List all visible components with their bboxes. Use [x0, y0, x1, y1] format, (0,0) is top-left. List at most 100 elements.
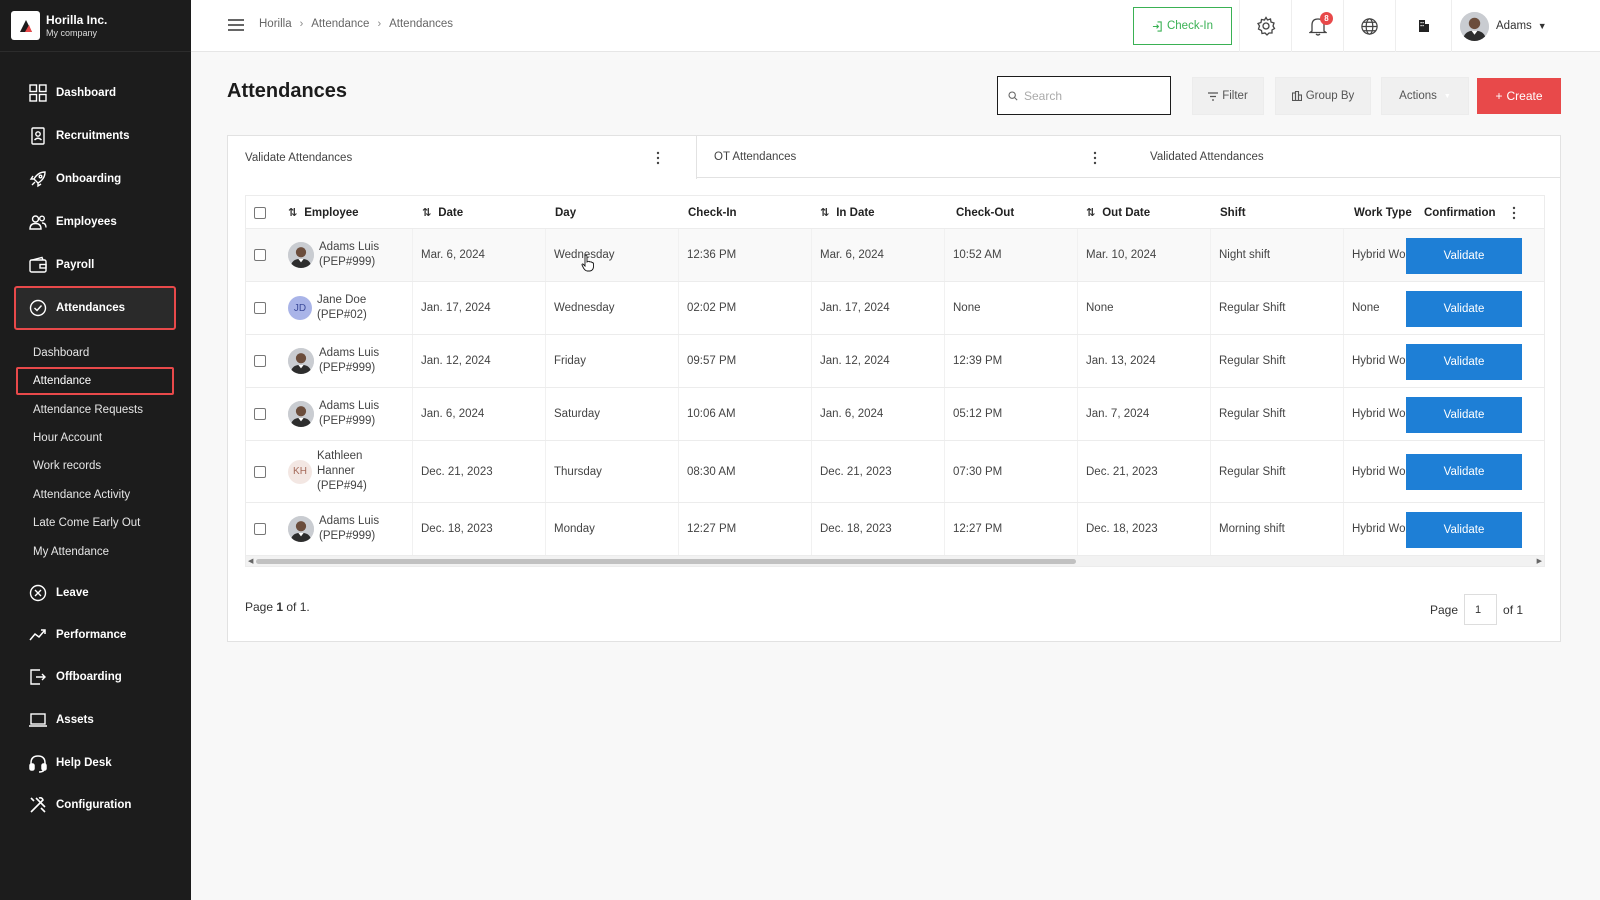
validate-button[interactable]: Validate: [1406, 291, 1522, 327]
brand[interactable]: Horilla Inc. My company: [0, 0, 191, 52]
sidebar-item-configuration[interactable]: Configuration: [14, 783, 176, 827]
row-checkbox[interactable]: [254, 355, 266, 367]
company-switch-button[interactable]: [1395, 0, 1451, 52]
kebab-menu-icon[interactable]: [1508, 205, 1520, 221]
caret-down-icon: ▼: [1537, 21, 1547, 31]
create-button[interactable]: + Create: [1477, 78, 1561, 114]
submenu-work-records[interactable]: Work records: [16, 452, 174, 480]
employee-avatar: KH: [288, 459, 312, 484]
cell-in-date: Dec. 18, 2023: [812, 503, 945, 555]
table-row[interactable]: Adams Luis (PEP#999) Mar. 6, 2024 Wednesd…: [246, 229, 1544, 282]
page-number-input[interactable]: [1464, 594, 1498, 625]
employee-id: (PEP#999): [319, 362, 376, 374]
breadcrumb-item-horilla[interactable]: Horilla: [259, 18, 292, 30]
hamburger-menu-icon[interactable]: [227, 17, 245, 33]
table-row[interactable]: JD Jane Doe (PEP#02) Jan. 17, 2024 Wednes…: [246, 282, 1544, 335]
sidebar-item-onboarding[interactable]: Onboarding: [14, 157, 176, 201]
sort-icon: ⇅: [820, 207, 830, 219]
column-header-confirmation[interactable]: Confirmation: [1424, 196, 1496, 229]
kebab-menu-icon[interactable]: [652, 150, 664, 166]
filter-button[interactable]: Filter: [1192, 77, 1264, 115]
kebab-menu-icon[interactable]: [1089, 150, 1101, 166]
row-checkbox[interactable]: [254, 465, 266, 478]
column-header-check-in[interactable]: Check-In: [688, 196, 737, 229]
scroll-left-arrow-icon[interactable]: ◀: [248, 557, 253, 565]
sidebar-item-label: Assets: [56, 714, 94, 726]
sidebar-item-employees[interactable]: Employees: [14, 200, 176, 244]
column-header-in-date[interactable]: ⇅ In Date: [820, 196, 875, 229]
sidebar-item-assets[interactable]: Assets: [14, 698, 176, 742]
table-row[interactable]: Adams Luis (PEP#999) Dec. 18, 2023 Monday…: [246, 503, 1544, 556]
sidebar-item-dashboard[interactable]: Dashboard: [14, 71, 176, 115]
breadcrumb-item-attendance[interactable]: Attendance: [311, 18, 369, 30]
cell-shift: Regular Shift: [1211, 441, 1344, 502]
validate-button[interactable]: Validate: [1406, 344, 1522, 380]
cell-out-date: Mar. 10, 2024: [1078, 229, 1211, 281]
submenu-hour-account[interactable]: Hour Account: [16, 424, 174, 452]
employee-avatar: [288, 401, 314, 427]
table-row[interactable]: KH Kathleen Hanner (PEP#94) Dec. 21, 2023 …: [246, 441, 1544, 503]
topbar: Horilla › Attendance › Attendances Check…: [191, 0, 1600, 52]
company-subtitle: My company: [46, 27, 98, 38]
table-row[interactable]: Adams Luis (PEP#999) Jan. 6, 2024 Saturda…: [246, 388, 1544, 441]
language-button[interactable]: [1343, 0, 1395, 52]
column-header-date[interactable]: ⇅ Date: [422, 196, 463, 229]
cell-in-date: Mar. 6, 2024: [812, 229, 945, 281]
row-checkbox[interactable]: [254, 408, 266, 420]
cell-check-out: None: [945, 282, 1078, 334]
submenu-attendance-requests[interactable]: Attendance Requests: [16, 396, 174, 424]
submenu-attendance-activity[interactable]: Attendance Activity: [16, 481, 174, 509]
caret-down-icon: ▼: [1443, 92, 1451, 100]
group-by-button[interactable]: Group By: [1275, 77, 1371, 115]
cell-work-type: Hybrid Work: [1352, 249, 1406, 261]
notifications-button[interactable]: 8: [1291, 0, 1343, 52]
submenu-my-attendance[interactable]: My Attendance: [16, 538, 174, 566]
dashboard-icon: [29, 84, 47, 102]
scroll-right-arrow-icon[interactable]: ▶: [1537, 557, 1542, 565]
column-header-out-date[interactable]: ⇅ Out Date: [1086, 196, 1150, 229]
sidebar-item-performance[interactable]: Performance: [14, 613, 176, 657]
column-header-day[interactable]: Day: [555, 196, 576, 229]
submenu-attendance[interactable]: Attendance: [16, 367, 174, 395]
cell-date: Mar. 6, 2024: [413, 229, 546, 281]
user-name: Adams: [1496, 20, 1532, 32]
search-input[interactable]: [1024, 88, 1164, 103]
cell-check-in: 10:06 AM: [679, 388, 812, 440]
submenu-dashboard[interactable]: Dashboard: [16, 339, 174, 367]
validate-button[interactable]: Validate: [1406, 397, 1522, 433]
cell-day: Monday: [546, 503, 679, 555]
row-checkbox[interactable]: [254, 249, 266, 261]
hand-cursor-icon: [581, 254, 594, 272]
column-header-check-out[interactable]: Check-Out: [956, 196, 1014, 229]
table-row[interactable]: Adams Luis (PEP#999) Jan. 12, 2024 Friday…: [246, 335, 1544, 388]
user-menu[interactable]: Adams ▼: [1451, 0, 1600, 52]
sort-icon: ⇅: [1086, 207, 1096, 219]
validate-button[interactable]: Validate: [1406, 454, 1522, 490]
sidebar-item-help-desk[interactable]: Help Desk: [14, 741, 176, 785]
sidebar-item-attendances[interactable]: Attendances: [14, 286, 176, 330]
actions-button[interactable]: Actions ▼: [1381, 77, 1469, 115]
validate-button[interactable]: Validate: [1406, 238, 1522, 274]
validate-button[interactable]: Validate: [1406, 512, 1522, 548]
sidebar-item-payroll[interactable]: Payroll: [14, 243, 176, 287]
tab-ot-attendances[interactable]: OT Attendances: [697, 136, 1096, 178]
row-checkbox[interactable]: [254, 523, 266, 535]
horizontal-scrollbar[interactable]: ◀ ▶: [246, 556, 1544, 566]
check-in-button[interactable]: Check-In: [1133, 7, 1232, 45]
column-header-shift[interactable]: Shift: [1220, 196, 1246, 229]
settings-button[interactable]: [1239, 0, 1291, 52]
select-all-checkbox[interactable]: [254, 206, 266, 219]
sidebar-item-recruitments[interactable]: Recruitments: [14, 114, 176, 158]
tab-validate-attendances[interactable]: Validate Attendances: [228, 136, 697, 179]
column-header-employee[interactable]: ⇅ Employee: [288, 196, 359, 229]
cell-check-out: 12:39 PM: [945, 335, 1078, 387]
scrollbar-thumb[interactable]: [256, 559, 1076, 564]
tab-validated-attendances[interactable]: Validated Attendances: [1133, 136, 1433, 178]
sidebar-item-offboarding[interactable]: Offboarding: [14, 655, 176, 699]
cell-work-type: None: [1352, 302, 1380, 314]
chevron-right-icon: ›: [377, 18, 382, 30]
sidebar-item-leave[interactable]: Leave: [14, 571, 176, 615]
row-checkbox[interactable]: [254, 302, 266, 314]
column-header-work-type[interactable]: Work Type: [1354, 196, 1412, 229]
submenu-late-come-early-out[interactable]: Late Come Early Out: [16, 509, 174, 537]
